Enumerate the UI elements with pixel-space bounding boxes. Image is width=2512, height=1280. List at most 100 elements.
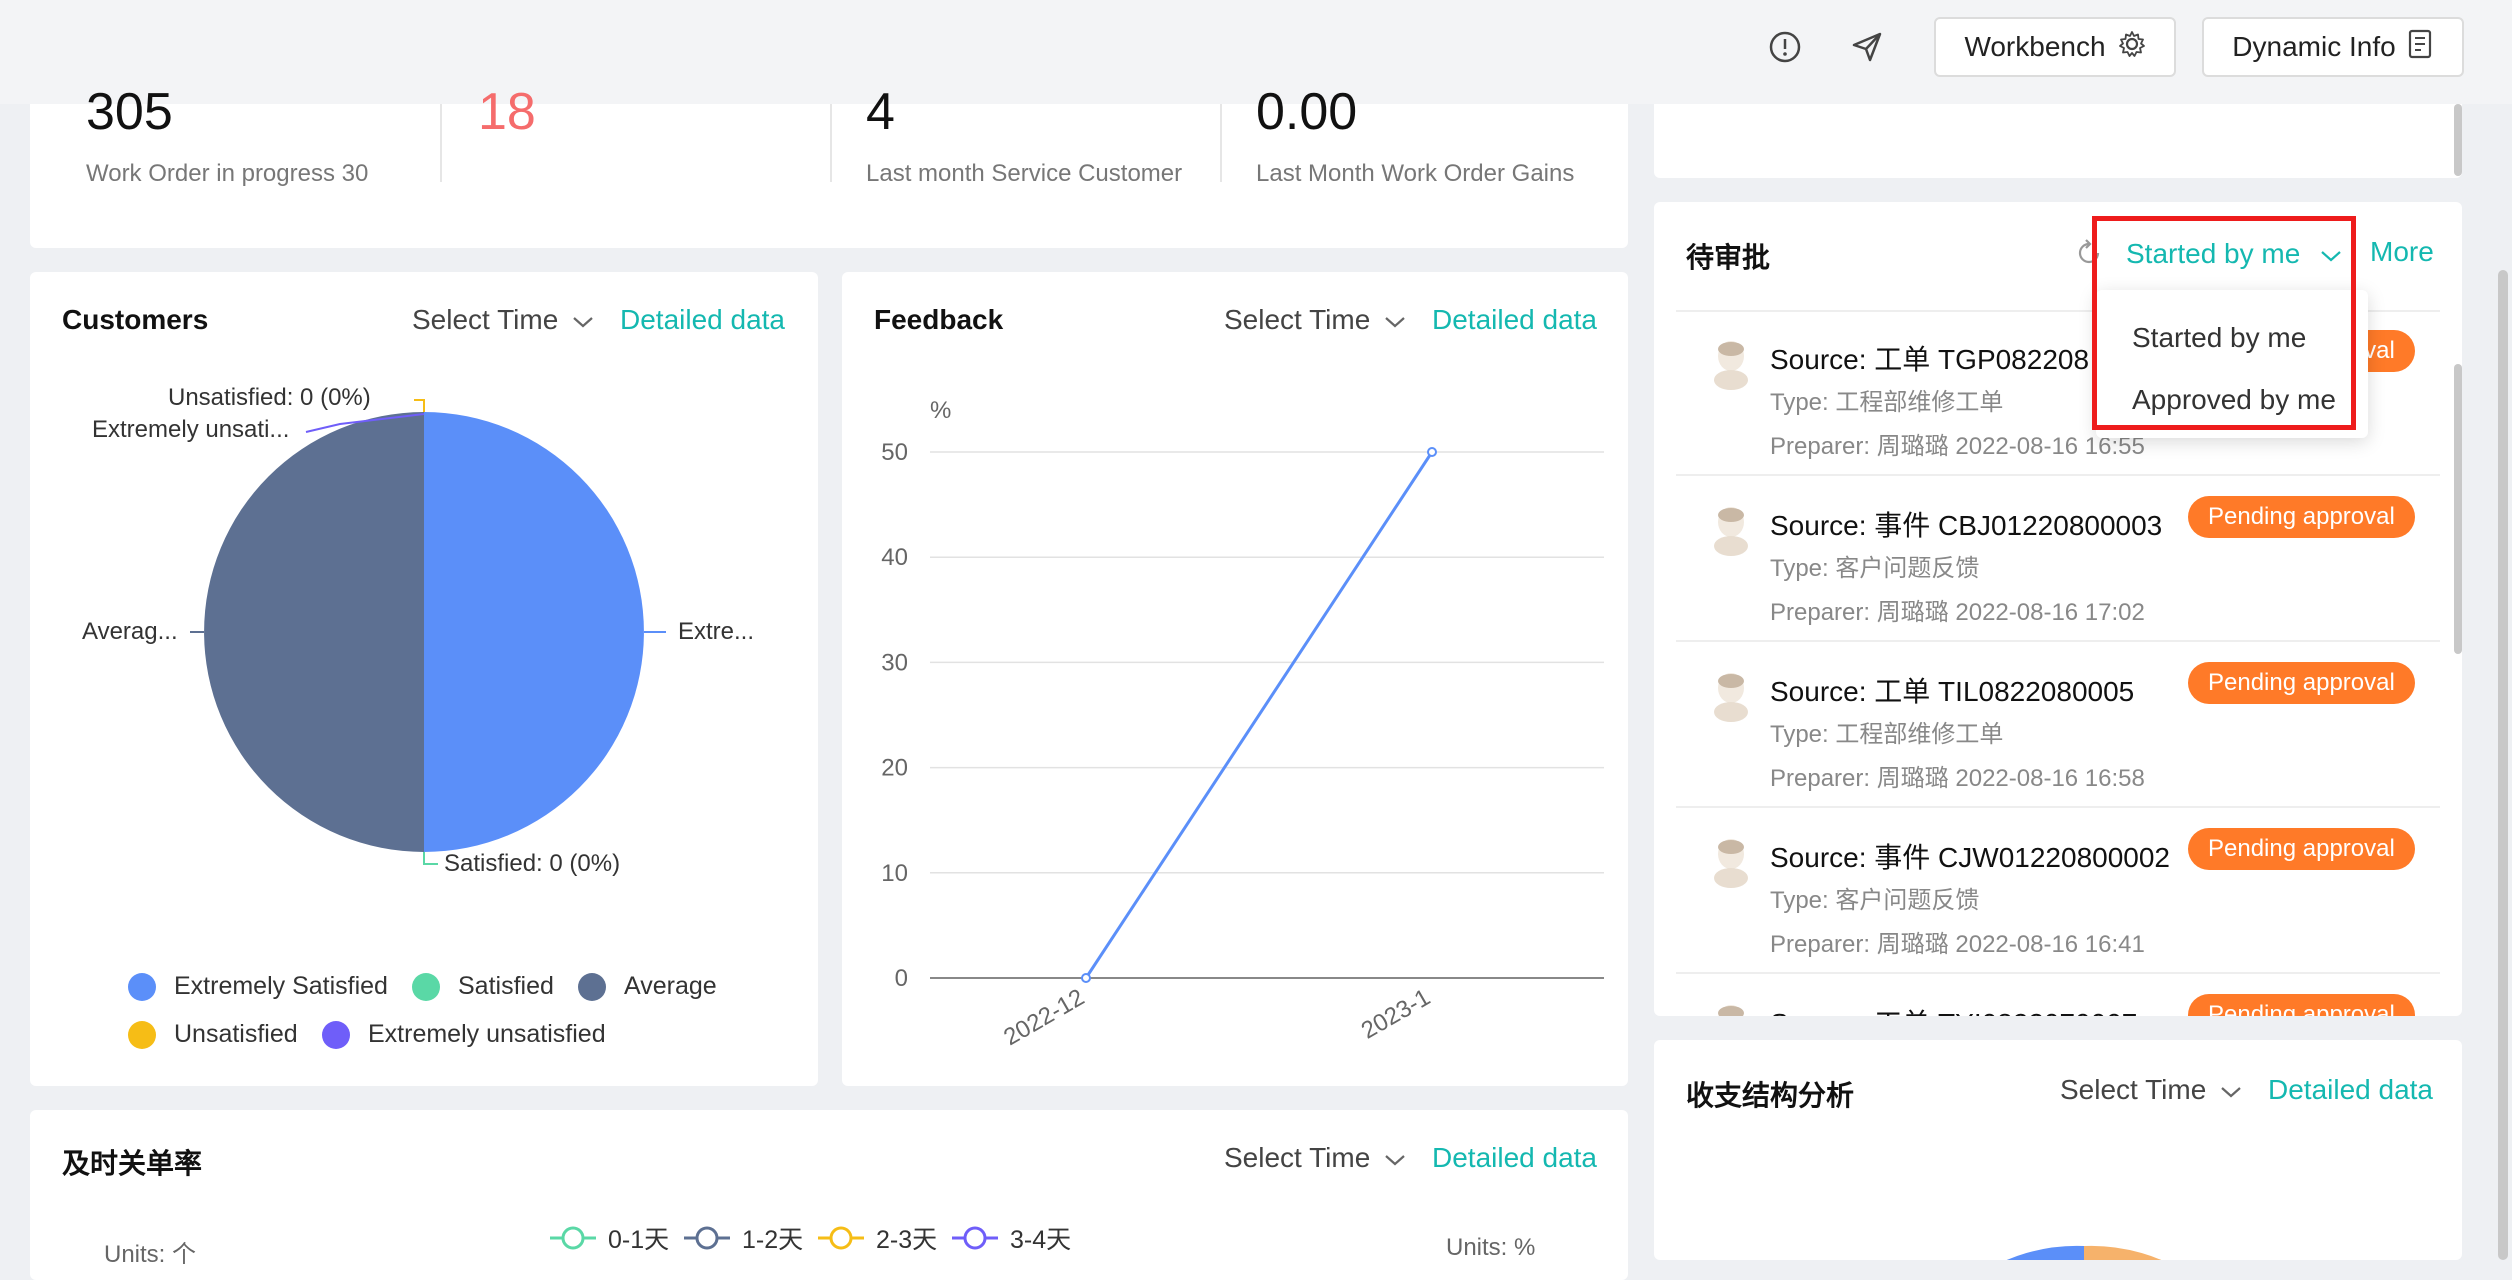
avatar bbox=[1714, 341, 1748, 390]
pie-label-satisfied: Satisfied: 0 (0%) bbox=[444, 850, 621, 877]
feedback-card: Feedback Select Time Detailed data % 0 10 2… bbox=[842, 272, 1628, 1086]
highlight-box bbox=[2092, 216, 2356, 430]
pie-slice-average bbox=[204, 412, 424, 852]
pie-slice bbox=[2006, 1245, 2084, 1260]
approval-source: Source: 工单 TGP082208 bbox=[1770, 344, 2090, 375]
workbench-label: Workbench bbox=[1964, 31, 2106, 62]
legend-item[interactable]: Extremely Satisfied bbox=[128, 972, 388, 1001]
divider bbox=[1220, 104, 1222, 182]
units-right: Units: % bbox=[1446, 1234, 1536, 1261]
legend-label: Satisfied bbox=[458, 972, 554, 1000]
dynamic-info-button[interactable]: Dynamic Info bbox=[2202, 17, 2464, 77]
chevron-down-icon bbox=[1384, 1142, 1406, 1174]
customers-pie-chart bbox=[190, 399, 666, 865]
avatar bbox=[1714, 839, 1748, 888]
approval-source: Source: 工单 TYI0822070007 bbox=[1770, 1002, 2137, 1016]
approval-source: Source: 工单 TIL0822080005 bbox=[1770, 676, 2135, 707]
right-top-card bbox=[1654, 104, 2462, 178]
list-item[interactable]: Source: 事件 CBJ01220800003 Type: 客户问题反馈 P… bbox=[1654, 476, 2454, 642]
stat-value: 4 bbox=[866, 83, 895, 141]
timely-title: 及时关单率 bbox=[62, 1148, 203, 1179]
legend-item[interactable]: Average bbox=[578, 972, 717, 1001]
feedback-line-chart: % 0 10 20 30 40 50 2022-12 2023-1 bbox=[881, 397, 1604, 1051]
legend-label: Extremely Satisfied bbox=[174, 972, 388, 1000]
select-time-dropdown[interactable]: Select Time bbox=[2060, 1074, 2242, 1106]
stat-label: Last month Service Customer bbox=[866, 160, 1183, 187]
approval-preparer: Preparer: 周璐璐 2022-08-16 17:02 bbox=[1770, 599, 2145, 626]
list-item[interactable]: Source: 工单 TYI0822070007 Pending approva… bbox=[1654, 974, 2454, 1016]
more-link[interactable]: More bbox=[2370, 236, 2434, 268]
scrollbar[interactable] bbox=[2454, 364, 2462, 654]
approval-type: Type: 客户问题反馈 bbox=[1770, 555, 1980, 582]
legend-label: 3-4天 bbox=[1010, 1226, 1072, 1254]
y-axis-label: % bbox=[930, 397, 951, 424]
timely-close-card: 及时关单率 Select Time Detailed data Units: 个… bbox=[30, 1110, 1628, 1280]
detailed-data-link[interactable]: Detailed data bbox=[2268, 1074, 2433, 1106]
legend-marker bbox=[550, 1226, 596, 1250]
legend-dot bbox=[578, 972, 606, 1001]
status-badge: Pending approval bbox=[2188, 828, 2415, 870]
divider bbox=[440, 104, 442, 182]
legend-label: 0-1天 bbox=[608, 1226, 670, 1254]
legend-item[interactable]: Unsatisfied bbox=[128, 1020, 298, 1049]
pie-slice-extremely-satisfied bbox=[424, 412, 644, 852]
legend-marker bbox=[952, 1226, 998, 1250]
income-title: 收支结构分析 bbox=[1686, 1080, 1855, 1111]
legend-item[interactable]: 0-1天 bbox=[548, 1220, 669, 1256]
approval-type: Type: 客户问题反馈 bbox=[1770, 887, 1980, 914]
info-icon[interactable] bbox=[1768, 30, 1802, 69]
leader-line bbox=[414, 399, 425, 412]
y-tick-label: 0 bbox=[895, 965, 908, 992]
y-tick-label: 10 bbox=[881, 860, 908, 887]
divider bbox=[830, 104, 832, 182]
stat-label: Work Order in progress 30 bbox=[86, 160, 369, 187]
approval-preparer: Preparer: 周璐璐 2022-08-16 16:41 bbox=[1770, 931, 2145, 958]
avatar bbox=[1718, 1005, 1744, 1016]
y-tick-label: 30 bbox=[881, 649, 908, 676]
list-item[interactable]: Source: 事件 CJW01220800002 Type: 客户问题反馈 P… bbox=[1654, 808, 2454, 974]
status-badge: Pending approval bbox=[2188, 662, 2415, 704]
approval-preparer: Preparer: 周璐璐 2022-08-16 16:58 bbox=[1770, 765, 2145, 792]
select-time-dropdown[interactable]: Select Time bbox=[1224, 1142, 1406, 1174]
approval-type: Type: 工程部维修工单 bbox=[1770, 389, 2004, 416]
legend-marker bbox=[684, 1226, 730, 1250]
list-item[interactable]: Source: 工单 TIL0822080005 Type: 工程部维修工单 P… bbox=[1654, 642, 2454, 808]
approval-source: Source: 事件 CJW01220800002 bbox=[1770, 842, 2170, 873]
approval-type: Type: 工程部维修工单 bbox=[1770, 721, 2004, 748]
legend-item[interactable]: 2-3天 bbox=[816, 1220, 937, 1256]
legend-dot bbox=[128, 972, 156, 1001]
customers-card: Customers Select Time Detailed data Unsa… bbox=[30, 272, 818, 1086]
pie-label-average: Averag... bbox=[82, 618, 178, 645]
dynamic-info-label: Dynamic Info bbox=[2232, 31, 2396, 62]
income-structure-card: 收支结构分析 Select Time Detailed data bbox=[1654, 1040, 2462, 1260]
legend-label: Average bbox=[624, 972, 717, 1000]
x-tick-label: 2023-1 bbox=[1357, 984, 1435, 1045]
legend-item[interactable]: 3-4天 bbox=[950, 1220, 1071, 1256]
detailed-data-link[interactable]: Detailed data bbox=[1432, 1142, 1597, 1174]
legend-dot bbox=[128, 1020, 156, 1049]
scrollbar[interactable] bbox=[2454, 104, 2462, 176]
legend-item[interactable]: Satisfied bbox=[412, 972, 554, 1001]
document-icon bbox=[2408, 29, 2434, 66]
stat-value: 18 bbox=[478, 83, 536, 141]
legend-label: 1-2天 bbox=[742, 1226, 804, 1254]
legend-item[interactable]: Extremely unsatisfied bbox=[322, 1020, 606, 1049]
legend-label: Unsatisfied bbox=[174, 1020, 298, 1048]
y-tick-label: 50 bbox=[881, 439, 908, 466]
select-time-label: Select Time bbox=[2060, 1074, 2207, 1105]
send-icon[interactable] bbox=[1850, 30, 1884, 69]
workbench-button[interactable]: Workbench bbox=[1934, 17, 2176, 77]
gear-icon bbox=[2118, 30, 2146, 65]
legend-item[interactable]: 1-2天 bbox=[682, 1220, 803, 1256]
select-time-label: Select Time bbox=[1224, 1142, 1371, 1173]
stat-label: Last Month Work Order Gains bbox=[1256, 160, 1575, 187]
approvals-title: 待审批 bbox=[1686, 242, 1771, 273]
x-tick-label: 2022-12 bbox=[999, 984, 1089, 1051]
stat-value: 0.00 bbox=[1256, 83, 1358, 141]
units-left: Units: 个 bbox=[104, 1241, 197, 1268]
page-scrollbar[interactable] bbox=[2498, 270, 2508, 1260]
approval-source: Source: 事件 CBJ01220800003 bbox=[1770, 510, 2163, 541]
avatar bbox=[1714, 673, 1748, 722]
income-pie-chart bbox=[2006, 1245, 2162, 1260]
stat-value: 305 bbox=[86, 83, 173, 141]
